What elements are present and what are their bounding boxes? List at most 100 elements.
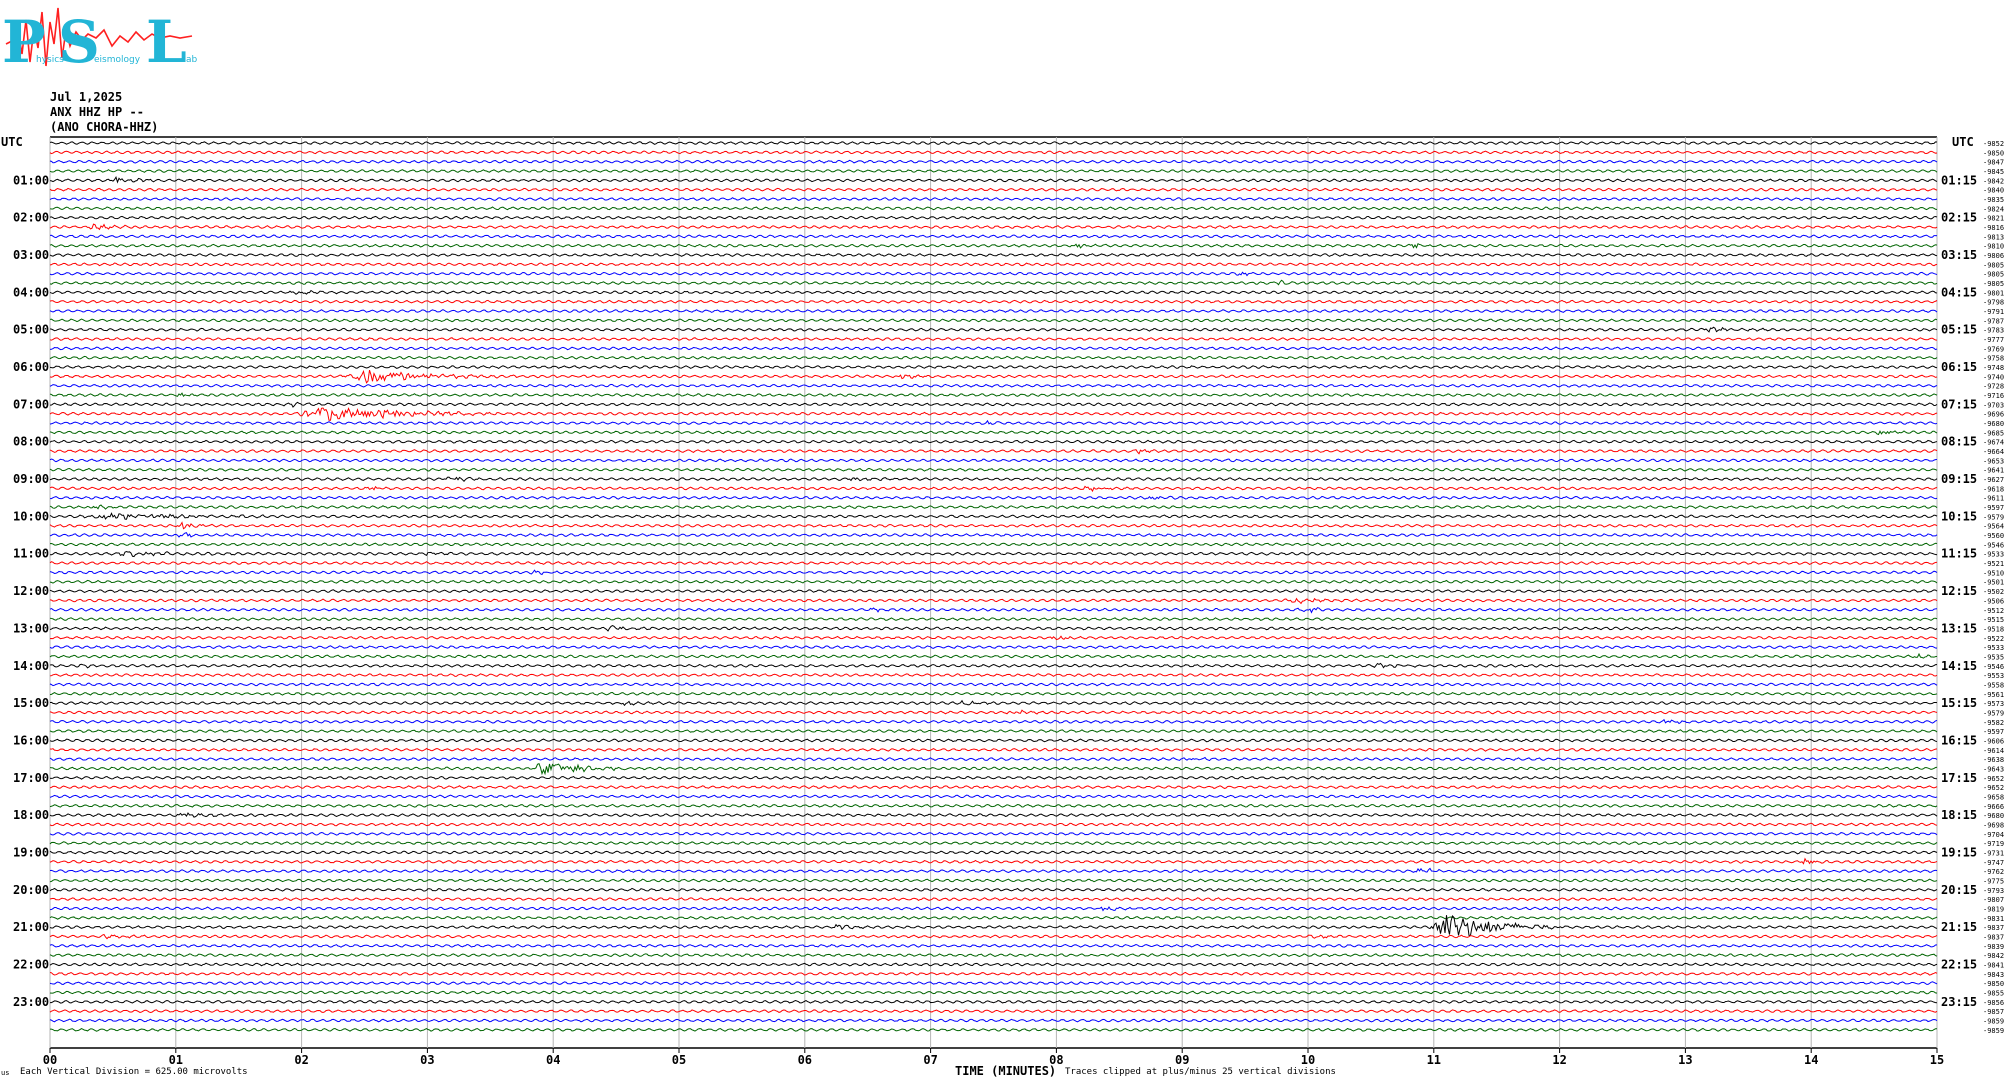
trace-offset-label: -9806 [1983, 252, 2004, 260]
seismic-trace [49, 803, 1938, 808]
right-hour-label: 13:15 [1941, 621, 1977, 635]
seismic-trace [49, 355, 1938, 360]
trace-offset-label: -9775 [1983, 877, 2004, 885]
trace-offset-label: -9748 [1983, 364, 2004, 372]
right-hour-label: 08:15 [1941, 435, 1977, 449]
seismic-trace [49, 467, 1938, 472]
trace-offset-label: -9502 [1983, 588, 2004, 596]
seismic-trace [49, 635, 1938, 641]
seismic-trace [49, 512, 1938, 520]
seismic-trace [49, 234, 1938, 239]
seismic-trace [49, 589, 1938, 593]
seismic-trace [49, 448, 1938, 455]
seismic-trace [49, 223, 1938, 231]
trace-offset-label: -9546 [1983, 663, 2004, 671]
trace-offset-label: -9510 [1983, 569, 2004, 577]
seismic-trace [49, 878, 1938, 883]
x-tick-label: 04 [546, 1053, 560, 1067]
seismic-trace [49, 645, 1938, 650]
trace-offset-label: -9696 [1983, 411, 2004, 419]
right-hour-label: 20:15 [1941, 883, 1977, 897]
seismic-trace [49, 206, 1938, 211]
trace-offset-label: -9747 [1983, 859, 2004, 867]
seismic-trace [49, 159, 1938, 164]
seismic-trace [49, 187, 1938, 192]
seismic-trace [49, 953, 1938, 958]
seismic-trace [49, 897, 1938, 902]
trace-offset-label: -9558 [1983, 681, 2004, 689]
trace-offset-label: -9813 [1983, 233, 2004, 241]
right-hour-label: 09:15 [1941, 472, 1977, 486]
trace-offset-label: -9533 [1983, 551, 2004, 559]
left-hour-label: 08:00 [13, 435, 49, 449]
x-tick-label: 15 [1930, 1053, 1944, 1067]
trace-offset-label: -9798 [1983, 299, 2004, 307]
trace-offset-label: -9807 [1983, 896, 2004, 904]
seismic-trace [49, 709, 1938, 715]
left-hour-label: 12:00 [13, 584, 49, 598]
seismic-trace [49, 962, 1938, 967]
right-hour-label: 21:15 [1941, 920, 1977, 934]
trace-offset-label: -9850 [1983, 149, 2004, 157]
seismic-trace [49, 597, 1938, 605]
trace-offset-label: -9857 [1983, 1008, 2004, 1016]
seismogram-plot: P hysics S eismology L ab Jul 1,2025 ANX… [1, 7, 2004, 1078]
trace-offset-label: -9535 [1983, 653, 2004, 661]
seismic-trace [49, 662, 1938, 669]
right-hour-label: 11:15 [1941, 547, 1977, 561]
seismic-trace [49, 915, 1938, 920]
trace-offset-label: -9740 [1983, 373, 2004, 381]
left-hour-label: 04:00 [13, 285, 49, 299]
x-tick-label: 06 [798, 1053, 812, 1067]
left-hour-label: 10:00 [13, 509, 49, 523]
trace-offset-label: -9719 [1983, 840, 2004, 848]
trace-offset-label: -9546 [1983, 541, 2004, 549]
left-hour-label: 11:00 [13, 547, 49, 561]
trace-offset-label: -9664 [1983, 448, 2004, 456]
seismic-trace [49, 542, 1938, 547]
seismic-trace [49, 439, 1938, 444]
trace-offset-label: -9553 [1983, 672, 2004, 680]
left-hour-label: 06:00 [13, 360, 49, 374]
trace-offset-label: -9769 [1983, 345, 2004, 353]
left-hour-label: 01:00 [13, 173, 49, 187]
trace-offset-label: -9533 [1983, 644, 2004, 652]
seismic-trace [49, 309, 1938, 313]
seismic-trace [49, 682, 1938, 687]
trace-offset-label: -9501 [1983, 579, 2004, 587]
left-hour-label: 02:00 [13, 211, 49, 225]
seismic-trace [49, 383, 1938, 388]
x-tick-label: 13 [1678, 1053, 1692, 1067]
trace-offset-label: -9842 [1983, 177, 2004, 185]
trace-offset-label: -9652 [1983, 784, 2004, 792]
right-hour-label: 17:15 [1941, 771, 1977, 785]
trace-offset-label: -9791 [1983, 308, 2004, 316]
seismic-trace [49, 785, 1938, 790]
right-hour-label: 18:15 [1941, 808, 1977, 822]
seismic-trace [49, 369, 1938, 384]
seismic-trace [49, 346, 1938, 351]
x-tick-label: 02 [294, 1053, 308, 1067]
trace-offset-label: -9698 [1983, 821, 2004, 829]
seismic-trace [49, 738, 1938, 743]
seismic-trace [49, 407, 1938, 421]
seismic-trace [49, 673, 1938, 678]
trace-offset-label: -9561 [1983, 691, 2004, 699]
trace-offset-label: -9793 [1983, 887, 2004, 895]
trace-offset-label: -9841 [1983, 961, 2004, 969]
left-hour-labels: 01:00 02:00 03:00 04:00 05:00 06:00 07:00 08:00… [13, 173, 49, 1008]
right-hour-label: 05:15 [1941, 323, 1977, 337]
seismic-trace [49, 775, 1938, 780]
trace-offset-label: -9515 [1983, 616, 2004, 624]
seismic-trace [49, 392, 1938, 398]
right-hour-label: 16:15 [1941, 733, 1977, 747]
x-tick-label: 03 [420, 1053, 434, 1067]
trace-offset-label: -9522 [1983, 635, 2004, 643]
seismic-trace [49, 262, 1938, 267]
right-hour-label: 12:15 [1941, 584, 1977, 598]
seismic-trace [49, 1027, 1938, 1032]
logo-letter-s: S [58, 8, 100, 76]
left-hour-label: 21:00 [13, 920, 49, 934]
seismic-trace [49, 933, 1938, 940]
trace-offset-label: -9582 [1983, 719, 2004, 727]
